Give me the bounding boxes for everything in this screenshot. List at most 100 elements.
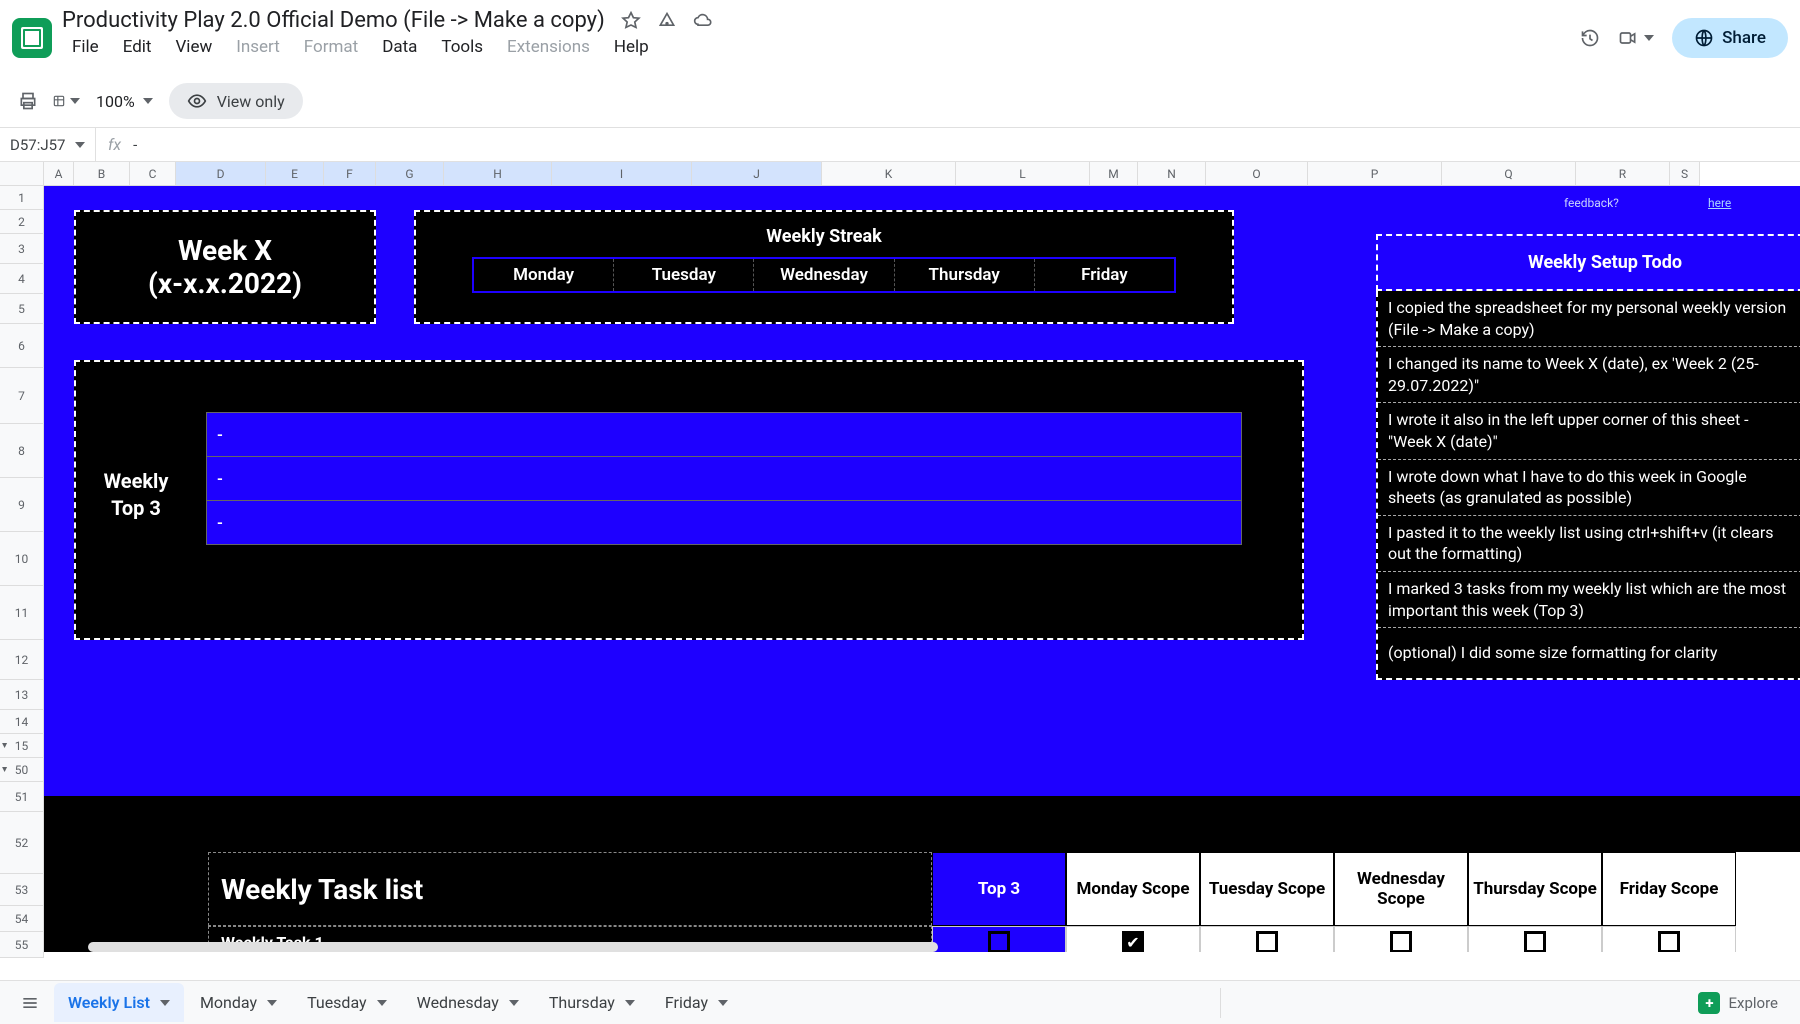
feedback-label[interactable]: feedback? <box>1564 196 1619 210</box>
spreadsheet-canvas[interactable]: Week X (x-x.x.2022) Weekly Streak Monday… <box>44 186 1800 952</box>
chevron-down-icon[interactable] <box>160 1000 170 1006</box>
checkbox-icon[interactable] <box>1122 931 1144 952</box>
meet-button[interactable] <box>1618 28 1654 48</box>
share-button[interactable]: Share <box>1672 18 1788 58</box>
select-all-corner[interactable] <box>0 162 44 186</box>
move-to-drive-icon[interactable] <box>657 11 677 31</box>
weekly-task-list[interactable]: Weekly Task list Top 3 Monday ScopeTuesd… <box>44 852 1800 952</box>
streak-day[interactable]: Thursday <box>895 259 1035 291</box>
checkbox-icon[interactable] <box>988 931 1010 952</box>
row-header-10[interactable]: 10 <box>0 532 44 586</box>
setup-todo-item[interactable]: I wrote it also in the left upper corner… <box>1378 403 1800 459</box>
setup-todo-item[interactable]: I wrote down what I have to do this week… <box>1378 460 1800 516</box>
horizontal-scrollbar[interactable] <box>88 942 938 952</box>
row-header-15[interactable]: 15 <box>0 734 44 758</box>
sheet-tab[interactable]: Wednesday <box>403 983 533 1022</box>
row-header-51[interactable]: 51 <box>0 782 44 812</box>
menu-help[interactable]: Help <box>604 33 659 61</box>
row-header-12[interactable]: 12 <box>0 640 44 680</box>
setup-todo-item[interactable]: I copied the spreadsheet for my personal… <box>1378 291 1800 347</box>
column-header-J[interactable]: J <box>692 162 822 186</box>
sheet-tab[interactable]: Thursday <box>535 983 649 1022</box>
row-header-50[interactable]: 50 <box>0 758 44 782</box>
column-header-E[interactable]: E <box>266 162 324 186</box>
checkbox-icon[interactable] <box>1256 931 1278 952</box>
chevron-down-icon[interactable] <box>267 1000 277 1006</box>
view-only-chip[interactable]: View only <box>169 83 303 119</box>
print-icon[interactable] <box>14 87 42 115</box>
weekly-setup-todo[interactable]: Weekly Setup Todo I copied the spreadshe… <box>1376 234 1800 680</box>
column-header-D[interactable]: D <box>176 162 266 186</box>
column-header-G[interactable]: G <box>376 162 444 186</box>
setup-todo-item[interactable]: I marked 3 tasks from my weekly list whi… <box>1378 572 1800 628</box>
week-title-box[interactable]: Week X (x-x.x.2022) <box>74 210 376 324</box>
name-box[interactable]: D57:J57 <box>0 128 96 161</box>
task-check-cell[interactable] <box>1200 926 1334 952</box>
column-header-Q[interactable]: Q <box>1442 162 1576 186</box>
task-check-cell[interactable] <box>1066 926 1200 952</box>
chevron-down-icon[interactable] <box>718 1000 728 1006</box>
task-check-cell[interactable] <box>932 926 1066 952</box>
row-header-1[interactable]: 1 <box>0 186 44 210</box>
row-header-6[interactable]: 6 <box>0 324 44 368</box>
feedback-here-link[interactable]: here <box>1708 196 1731 210</box>
all-sheets-icon[interactable] <box>12 985 48 1021</box>
history-icon[interactable] <box>1580 28 1600 48</box>
streak-day[interactable]: Friday <box>1035 259 1174 291</box>
column-header-F[interactable]: F <box>324 162 376 186</box>
weekly-top3-box[interactable]: Weekly Top 3 --- <box>74 360 1304 640</box>
setup-todo-item[interactable]: I pasted it to the weekly list using ctr… <box>1378 516 1800 572</box>
formula-value[interactable]: - <box>133 136 137 154</box>
menu-tools[interactable]: Tools <box>431 33 493 61</box>
sheet-tab[interactable]: Friday <box>651 983 742 1022</box>
star-icon[interactable] <box>621 11 641 31</box>
row-header-14[interactable]: 14 <box>0 710 44 734</box>
sheet-tab[interactable]: Weekly List <box>54 983 184 1022</box>
row-header-5[interactable]: 5 <box>0 294 44 324</box>
zoom-selector[interactable]: 100% <box>90 92 159 111</box>
row-header-52[interactable]: 52 <box>0 812 44 874</box>
filter-views-icon[interactable] <box>52 87 80 115</box>
column-header-M[interactable]: M <box>1090 162 1138 186</box>
row-header-11[interactable]: 11 <box>0 586 44 640</box>
chevron-down-icon[interactable] <box>625 1000 635 1006</box>
column-header-C[interactable]: C <box>130 162 176 186</box>
task-check-cell[interactable] <box>1602 926 1736 952</box>
chevron-down-icon[interactable] <box>377 1000 387 1006</box>
checkbox-icon[interactable] <box>1658 931 1680 952</box>
column-header-I[interactable]: I <box>552 162 692 186</box>
chevron-down-icon[interactable] <box>509 1000 519 1006</box>
weekly-streak-box[interactable]: Weekly Streak MondayTuesdayWednesdayThur… <box>414 210 1234 324</box>
row-header-7[interactable]: 7 <box>0 368 44 424</box>
top3-row[interactable]: - <box>207 457 1241 501</box>
setup-todo-item[interactable]: (optional) I did some size formatting fo… <box>1378 628 1800 678</box>
checkbox-icon[interactable] <box>1390 931 1412 952</box>
row-header-8[interactable]: 8 <box>0 424 44 478</box>
setup-todo-item[interactable]: I changed its name to Week X (date), ex … <box>1378 347 1800 403</box>
row-header-53[interactable]: 53 <box>0 874 44 906</box>
menu-view[interactable]: View <box>165 33 222 61</box>
row-header-4[interactable]: 4 <box>0 264 44 294</box>
column-header-N[interactable]: N <box>1138 162 1206 186</box>
document-title[interactable]: Productivity Play 2.0 Official Demo (Fil… <box>62 8 605 33</box>
streak-day[interactable]: Tuesday <box>614 259 754 291</box>
checkbox-icon[interactable] <box>1524 931 1546 952</box>
row-header-3[interactable]: 3 <box>0 234 44 264</box>
column-header-B[interactable]: B <box>74 162 130 186</box>
menu-edit[interactable]: Edit <box>113 33 162 61</box>
column-header-H[interactable]: H <box>444 162 552 186</box>
menu-data[interactable]: Data <box>372 33 427 61</box>
column-header-S[interactable]: S <box>1670 162 1700 186</box>
column-header-R[interactable]: R <box>1576 162 1670 186</box>
streak-day[interactable]: Monday <box>474 259 614 291</box>
task-check-cell[interactable] <box>1468 926 1602 952</box>
row-header-2[interactable]: 2 <box>0 210 44 234</box>
top3-row[interactable]: - <box>207 501 1241 544</box>
column-header-K[interactable]: K <box>822 162 956 186</box>
menu-file[interactable]: File <box>62 33 109 61</box>
sheets-logo-icon[interactable] <box>12 18 52 58</box>
row-header-54[interactable]: 54 <box>0 906 44 932</box>
top3-row[interactable]: - <box>207 413 1241 457</box>
task-check-cell[interactable] <box>1334 926 1468 952</box>
explore-button[interactable]: Explore <box>1698 992 1788 1014</box>
